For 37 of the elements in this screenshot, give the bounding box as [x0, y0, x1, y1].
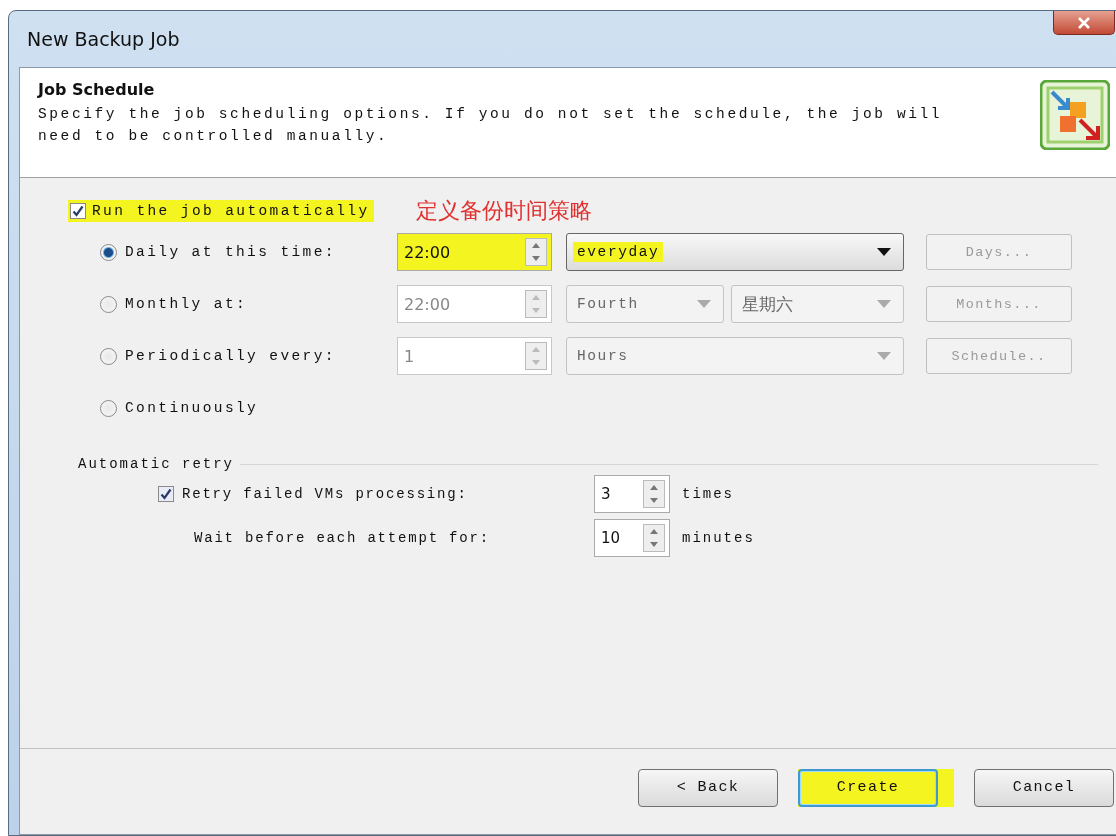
page-description: Specify the job scheduling options. If you do not set the schedule, the job will need to be controlled manually.	[38, 105, 944, 146]
dropdown-arrow-icon	[877, 352, 891, 360]
spinner-arrows-icon[interactable]	[643, 480, 665, 508]
dropdown-arrow-icon	[697, 300, 711, 308]
checkmark-icon	[160, 488, 172, 500]
spinner-arrows-icon[interactable]	[525, 238, 547, 266]
dialog-button[interactable]: Create	[798, 768, 938, 807]
close-button[interactable]	[1053, 11, 1115, 35]
dialog-button[interactable]: Cancel	[974, 768, 1114, 807]
annotation-text: 定义备份时间策略	[415, 197, 592, 225]
radio-button[interactable]	[100, 347, 117, 365]
number-spinner-field[interactable]: 10	[594, 519, 670, 557]
unit-label: times	[682, 486, 734, 502]
checkmark-icon	[72, 205, 84, 217]
option-label[interactable]: Periodically every:	[125, 348, 397, 364]
radio-button[interactable]	[100, 295, 117, 313]
page-title: Job Schedule	[38, 80, 156, 99]
radio-button[interactable]	[100, 399, 117, 417]
dropdown[interactable]: everyday	[566, 233, 904, 271]
radio-button[interactable]	[100, 243, 117, 261]
close-icon	[1077, 16, 1091, 29]
dropdown-arrow-icon	[877, 248, 891, 256]
group-title: Automatic retry	[78, 456, 235, 472]
time-spinner-field[interactable]: 22:00	[397, 233, 552, 271]
spinner-arrows-icon[interactable]	[643, 524, 665, 552]
option-label[interactable]: Daily at this time:	[125, 244, 397, 260]
option-label[interactable]: Monthly at:	[125, 296, 397, 312]
retry-checkbox[interactable]: Retry failed VMs processing:	[158, 486, 594, 502]
dialog-button[interactable]: < Back	[638, 768, 778, 807]
unit-label: minutes	[682, 530, 755, 546]
dropdown-arrow-icon	[877, 300, 891, 308]
window-title: New Backup Job	[27, 28, 180, 50]
schedule-logo-icon	[1040, 80, 1110, 150]
run-automatically-checkbox[interactable]: Run the job automatically	[68, 200, 374, 222]
number-spinner-field[interactable]: 3	[594, 475, 670, 513]
option-label[interactable]: Continuously	[125, 400, 397, 416]
retry-label: Wait before each attempt for:	[194, 530, 491, 546]
